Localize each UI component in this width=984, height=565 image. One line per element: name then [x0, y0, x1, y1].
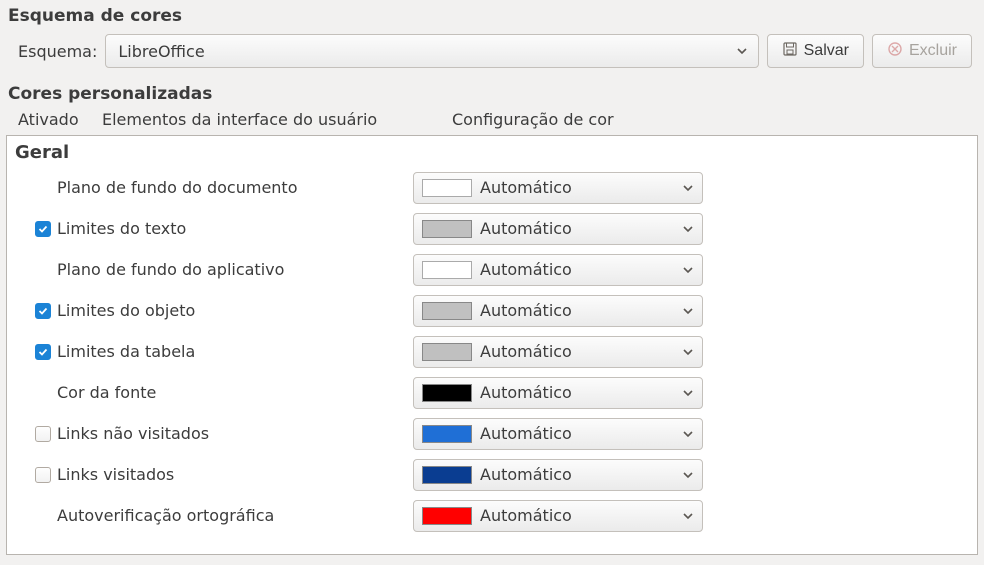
chevron-down-icon	[682, 387, 694, 399]
color-row: Plano de fundo do documento Automático	[7, 167, 977, 208]
color-row: Links não visitados Automático	[7, 413, 977, 454]
group-general-label: Geral	[7, 136, 977, 167]
color-combobox-value: Automático	[480, 383, 674, 402]
row-label: Limites do texto	[57, 219, 413, 238]
color-combobox[interactable]: Automático	[413, 213, 703, 245]
enable-checkbox[interactable]	[35, 344, 51, 360]
row-label: Links não visitados	[57, 424, 413, 443]
chevron-down-icon	[682, 346, 694, 358]
scheme-label: Esquema:	[18, 42, 97, 61]
delete-icon	[887, 41, 903, 62]
color-combobox[interactable]: Automático	[413, 418, 703, 450]
color-row: Limites da tabela Automático	[7, 331, 977, 372]
row-label: Plano de fundo do aplicativo	[57, 260, 413, 279]
delete-button[interactable]: Excluir	[872, 34, 972, 68]
row-label: Limites da tabela	[57, 342, 413, 361]
checkbox-wrap	[35, 467, 57, 483]
color-swatch	[422, 384, 472, 402]
row-label: Plano de fundo do documento	[57, 178, 413, 197]
row-label: Limites do objeto	[57, 301, 413, 320]
enable-checkbox[interactable]	[35, 221, 51, 237]
checkbox-wrap	[35, 221, 57, 237]
rows-container: Plano de fundo do documentoAutomáticoLim…	[7, 167, 977, 536]
chevron-down-icon	[736, 45, 748, 57]
color-combobox[interactable]: Automático	[413, 254, 703, 286]
color-swatch	[422, 343, 472, 361]
color-swatch	[422, 220, 472, 238]
color-swatch	[422, 302, 472, 320]
color-row: Limites do texto Automático	[7, 208, 977, 249]
header-enabled: Ativado	[18, 110, 102, 129]
color-combobox-value: Automático	[480, 506, 674, 525]
section-color-scheme-title: Esquema de cores	[0, 0, 984, 30]
chevron-down-icon	[682, 469, 694, 481]
color-row: Autoverificação ortográfica Automático	[7, 495, 977, 536]
color-combobox[interactable]: Automático	[413, 336, 703, 368]
enable-checkbox[interactable]	[35, 467, 51, 483]
color-combobox[interactable]: Automático	[413, 500, 703, 532]
color-combobox-value: Automático	[480, 219, 674, 238]
color-combobox[interactable]: Automático	[413, 172, 703, 204]
row-label: Cor da fonte	[57, 383, 413, 402]
column-headers: Ativado Elementos da interface do usuári…	[0, 108, 984, 135]
save-button[interactable]: Salvar	[767, 34, 864, 68]
color-swatch	[422, 466, 472, 484]
color-combobox[interactable]: Automático	[413, 295, 703, 327]
color-combobox-value: Automático	[480, 465, 674, 484]
chevron-down-icon	[682, 264, 694, 276]
color-combobox-value: Automático	[480, 424, 674, 443]
row-label: Autoverificação ortográfica	[57, 506, 413, 525]
enable-checkbox[interactable]	[35, 426, 51, 442]
save-button-label: Salvar	[804, 42, 849, 60]
color-row: Cor da fonte Automático	[7, 372, 977, 413]
color-row: Limites do objeto Automático	[7, 290, 977, 331]
color-combobox[interactable]: Automático	[413, 459, 703, 491]
enable-checkbox[interactable]	[35, 303, 51, 319]
color-row: Links visitados Automático	[7, 454, 977, 495]
chevron-down-icon	[682, 305, 694, 317]
save-icon	[782, 41, 798, 62]
color-swatch	[422, 261, 472, 279]
color-combobox-value: Automático	[480, 301, 674, 320]
color-row: Plano de fundo do aplicativo Automático	[7, 249, 977, 290]
checkbox-wrap	[35, 426, 57, 442]
color-combobox-value: Automático	[480, 260, 674, 279]
color-combobox-value: Automático	[480, 178, 674, 197]
color-swatch	[422, 425, 472, 443]
scheme-combobox[interactable]: LibreOffice	[105, 34, 758, 68]
header-ui-elements: Elementos da interface do usuário	[102, 110, 452, 129]
scheme-row: Esquema: LibreOffice Salvar Excluir	[0, 30, 984, 78]
colors-panel: Geral Plano de fundo do documento Automát…	[6, 135, 978, 555]
delete-button-label: Excluir	[909, 42, 957, 60]
color-swatch	[422, 507, 472, 525]
section-custom-colors-title: Cores personalizadas	[0, 78, 984, 108]
scheme-combobox-value: LibreOffice	[118, 42, 204, 61]
checkbox-wrap	[35, 344, 57, 360]
chevron-down-icon	[682, 182, 694, 194]
color-combobox-value: Automático	[480, 342, 674, 361]
checkbox-wrap	[35, 303, 57, 319]
color-swatch	[422, 179, 472, 197]
row-label: Links visitados	[57, 465, 413, 484]
chevron-down-icon	[682, 223, 694, 235]
color-combobox[interactable]: Automático	[413, 377, 703, 409]
chevron-down-icon	[682, 428, 694, 440]
chevron-down-icon	[682, 510, 694, 522]
header-color-setting: Configuração de cor	[452, 110, 614, 129]
